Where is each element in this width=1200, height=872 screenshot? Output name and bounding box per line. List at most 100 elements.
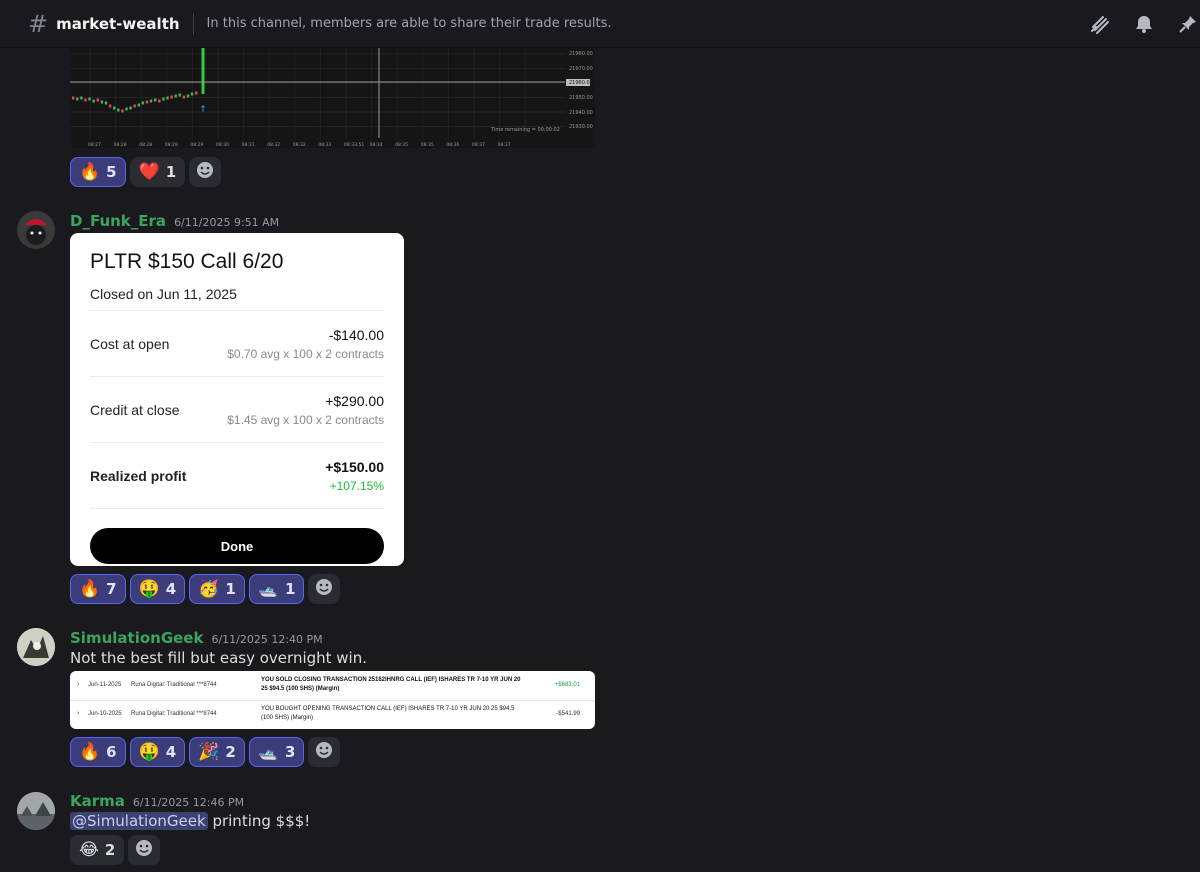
smiley-icon	[135, 839, 153, 861]
price-label: 21960.00	[569, 80, 593, 86]
time-label: 08:35	[395, 142, 408, 148]
candle	[76, 97, 79, 101]
candle	[182, 95, 186, 99]
party-face-emoji: 🥳	[198, 578, 220, 599]
candle	[186, 94, 190, 98]
message-text: Not the best fill but easy overnight win…	[70, 649, 368, 667]
reaction-heart[interactable]: ❤️ 1	[129, 157, 186, 187]
smiley-icon	[315, 741, 333, 763]
divider	[90, 508, 384, 509]
yacht-emoji: 🛥️	[257, 741, 279, 762]
credit-at-close-label: Credit at close	[90, 402, 180, 418]
card-title: PLTR $150 Call 6/20	[90, 250, 284, 273]
candle	[88, 97, 91, 101]
reaction-count: 7	[106, 580, 117, 598]
time-label: 08:32	[267, 142, 280, 148]
candle	[190, 92, 194, 96]
message-reactions: 🔥 7 🤑 4 🥳 1 🛥️ 1	[70, 574, 341, 604]
transaction-account: Runa Digital: Traditional ***8744	[131, 711, 217, 717]
candle	[158, 99, 161, 103]
candle	[166, 96, 169, 100]
divider	[90, 310, 384, 311]
username[interactable]: D_Funk_Era	[70, 212, 166, 230]
transactions-image[interactable]: › Jun-11-2025 Runa Digital: Traditional …	[70, 671, 595, 729]
time-label: 08:32	[293, 142, 306, 148]
time-label: 08:34	[370, 142, 383, 148]
divider	[90, 376, 384, 377]
time-label: 08:28	[114, 142, 127, 148]
money-face-emoji: 🤑	[138, 578, 160, 599]
trading-chart-image[interactable]: ↑ 21960.00 21970.00 21960.00 21950.00 21940.…	[70, 48, 595, 148]
user-mention[interactable]: @SimulationGeek	[70, 812, 208, 830]
done-button[interactable]: Done	[90, 528, 384, 564]
candle	[178, 93, 181, 97]
time-label: 08:35	[421, 142, 434, 148]
reaction-party-popper[interactable]: 🎉 2	[189, 737, 245, 767]
add-reaction-button[interactable]	[128, 835, 161, 865]
time-label: 08:27	[88, 142, 101, 148]
candle	[154, 98, 157, 102]
timestamp[interactable]: 6/11/2025 12:40 PM	[211, 633, 322, 646]
heart-emoji: ❤️	[138, 161, 160, 182]
reaction-laughing[interactable]: 😂 2	[70, 835, 125, 865]
candle	[145, 100, 149, 104]
bell-icon[interactable]	[1132, 12, 1156, 36]
time-label: 08:37	[498, 142, 511, 148]
realized-profit-percent: +107.15%	[329, 479, 384, 493]
reaction-count: 3	[285, 743, 296, 761]
username[interactable]: SimulationGeek	[70, 629, 203, 647]
reaction-fire[interactable]: 🔥 5	[70, 157, 126, 187]
cost-at-open-label: Cost at open	[90, 336, 170, 352]
avatar[interactable]	[17, 211, 55, 249]
fire-emoji: 🔥	[79, 161, 101, 182]
transaction-description: YOU BOUGHT OPENING TRANSACTION CALL (IEF…	[261, 706, 515, 721]
username[interactable]: Karma	[70, 792, 125, 810]
credit-at-close-value: +$290.00	[325, 393, 384, 409]
timestamp[interactable]: 6/11/2025 9:51 AM	[174, 216, 279, 229]
smiley-icon	[196, 161, 214, 183]
card-subtitle: Closed on Jun 11, 2025	[90, 286, 237, 302]
avatar[interactable]	[17, 628, 55, 666]
transaction-date: Jun-10-2025	[88, 711, 122, 717]
timestamp[interactable]: 6/11/2025 12:46 PM	[133, 796, 244, 809]
fire-emoji: 🔥	[79, 741, 101, 762]
credit-at-close-detail: $1.45 avg x 100 x 2 contracts	[227, 413, 384, 427]
price-label: 21960.00	[569, 51, 593, 57]
chevron-right-icon: ›	[77, 710, 80, 717]
trade-result-card[interactable]: PLTR $150 Call 6/20 Closed on Jun 11, 20…	[70, 233, 404, 566]
time-label: 08:37	[472, 142, 485, 148]
message-text: @SimulationGeek printing $$$!	[70, 812, 310, 830]
reaction-count: 2	[225, 743, 236, 761]
threads-icon[interactable]	[1088, 12, 1112, 36]
reaction-count: 5	[106, 163, 117, 181]
yacht-emoji: 🛥️	[257, 578, 279, 599]
candle	[174, 94, 177, 98]
channel-name[interactable]: market-wealth	[56, 15, 179, 33]
reaction-fire[interactable]: 🔥 6	[70, 737, 126, 767]
candle	[162, 97, 165, 101]
time-label: 08:29	[165, 142, 178, 148]
reaction-fire[interactable]: 🔥 7	[70, 574, 126, 604]
divider	[90, 442, 384, 443]
add-reaction-button[interactable]	[189, 157, 222, 187]
laughing-emoji: 😂	[79, 839, 99, 860]
reaction-yacht[interactable]: 🛥️ 1	[248, 574, 305, 604]
reaction-party-face[interactable]: 🥳 1	[189, 574, 245, 604]
reaction-money-face[interactable]: 🤑 4	[129, 574, 186, 604]
time-label: 08:33	[318, 142, 331, 148]
avatar[interactable]	[17, 792, 55, 830]
add-reaction-button[interactable]	[308, 574, 341, 604]
time-label: 08:29	[190, 142, 203, 148]
add-reaction-button[interactable]	[308, 737, 341, 767]
reaction-count: 4	[165, 580, 177, 598]
candle	[133, 104, 136, 108]
time-label: 08:31	[242, 142, 255, 148]
channel-topic[interactable]: In this channel, members are able to sha…	[207, 16, 612, 31]
message-reactions: 😂 2	[70, 835, 161, 865]
reaction-yacht[interactable]: 🛥️ 3	[248, 737, 305, 767]
reaction-money-face[interactable]: 🤑 4	[129, 737, 186, 767]
pin-icon[interactable]	[1176, 12, 1200, 36]
candle	[117, 108, 120, 112]
reaction-count: 1	[165, 163, 177, 181]
fire-emoji: 🔥	[79, 578, 101, 599]
